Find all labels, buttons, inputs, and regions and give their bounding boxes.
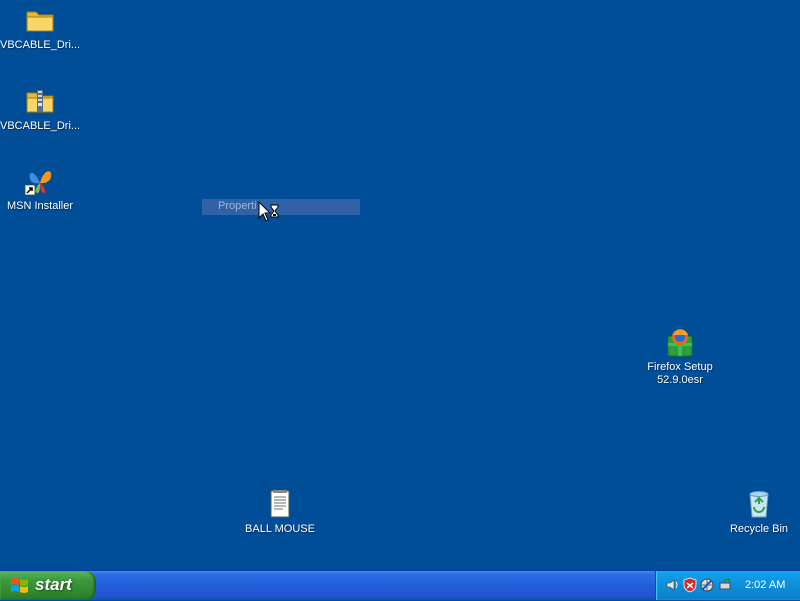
text-document-icon [264, 488, 296, 520]
desktop-icon-label: MSN Installer [6, 200, 74, 212]
desktop[interactable]: VBCABLE_Dri... VBCABLE_Dri... MSN Instal… [0, 0, 800, 570]
msn-butterfly-icon [24, 165, 56, 197]
desktop-icon-label: VBCABLE_Dri... [0, 39, 80, 51]
speaker-icon[interactable] [665, 577, 681, 593]
desktop-icon-label: Firefox Setup [647, 361, 713, 373]
folder-icon [24, 4, 56, 36]
clock[interactable]: 2:02 AM [745, 579, 785, 591]
desktop-icon-firefox-setup[interactable]: Firefox Setup 52.9.0esr [640, 326, 720, 387]
firefox-setup-icon [664, 326, 696, 358]
start-button[interactable]: start [0, 571, 96, 600]
system-tray: 2:02 AM [655, 571, 800, 600]
desktop-icon-label: Recycle Bin [729, 523, 789, 535]
safely-remove-icon[interactable] [717, 577, 733, 593]
start-label: start [35, 575, 72, 594]
desktop-icon-ball-mouse[interactable]: BALL MOUSE [240, 488, 320, 536]
desktop-icon-label-line2: 52.9.0esr [657, 374, 703, 386]
properties-menu-item[interactable]: Properti [218, 200, 257, 212]
desktop-icon-vbcable-folder[interactable]: VBCABLE_Dri... [0, 4, 80, 52]
desktop-icon-recycle-bin[interactable]: Recycle Bin [719, 488, 799, 536]
recycle-bin-icon [743, 488, 775, 520]
zip-folder-icon [24, 85, 56, 117]
desktop-icon-vbcable-zip[interactable]: VBCABLE_Dri... [0, 85, 80, 133]
busy-cursor-icon [258, 200, 284, 225]
network-icon[interactable] [699, 577, 715, 593]
desktop-icon-label: VBCABLE_Dri... [0, 120, 80, 132]
desktop-icon-msn-installer[interactable]: MSN Installer [0, 165, 80, 213]
security-shield-icon[interactable] [682, 577, 698, 593]
windows-flag-icon [10, 576, 30, 596]
taskbar: start 2:02 AM [0, 570, 800, 600]
desktop-icon-label: BALL MOUSE [245, 523, 315, 535]
